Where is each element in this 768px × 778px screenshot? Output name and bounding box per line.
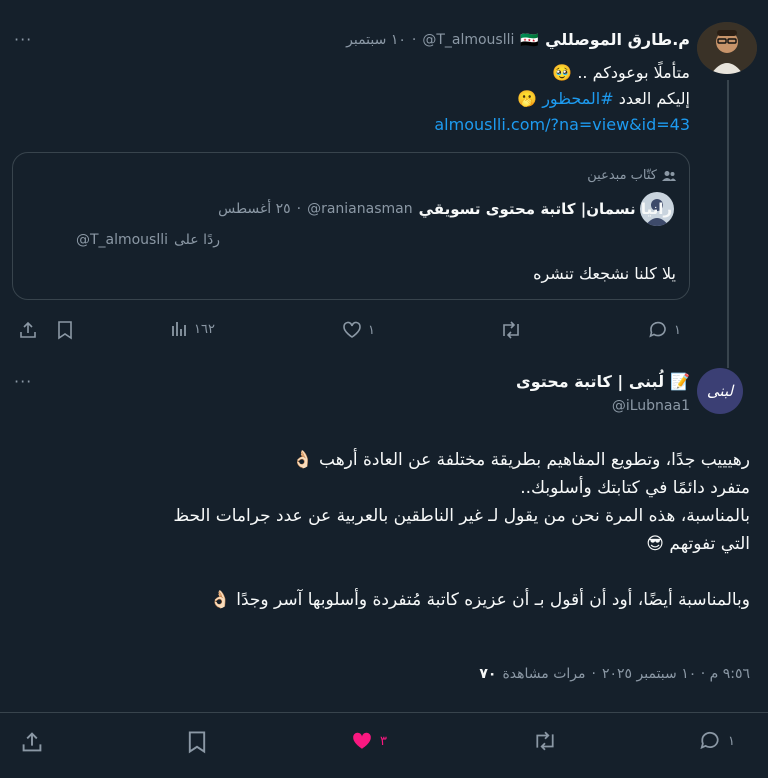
author-handle[interactable]: @T_almouslli (422, 32, 514, 48)
sunglasses-face-icon: 😎 (646, 534, 664, 554)
hashtag-link[interactable]: #المحظور (542, 89, 613, 108)
tweet-meta: ٩:٥٦ م · ١٠ سبتمبر ٢٠٢٥ · مرات مشاهدة ٧٠ (479, 666, 750, 682)
author-handle[interactable]: @ranianasman (307, 201, 413, 217)
share-button[interactable] (18, 320, 38, 340)
replying-to: ردًا على @T_almouslli (75, 232, 220, 248)
tweet-body: متأملًا بوعودكم .. 🥹 إليكم العدد #المحظو… (434, 60, 690, 138)
tweet-line: بالمناسبة، هذه المرة نحن من يقول لـ غير … (173, 506, 750, 526)
quote-text: يلا كلنا نشجعك تنشره (533, 264, 676, 283)
reply-button[interactable]: ١ (698, 730, 735, 752)
tweet-line: إليكم العدد #المحظور 🫢 (517, 89, 690, 108)
reply-button[interactable]: ١ (648, 320, 681, 340)
avatar[interactable]: لبنى (697, 368, 743, 414)
like-button[interactable]: ٣ (350, 730, 387, 752)
quote-header: رانيا نسمان| كاتبة محتوى تسويقي @raniana… (218, 200, 672, 218)
share-icon (20, 730, 44, 754)
memo-icon: 📝 (670, 372, 690, 391)
tweet-line: التي تفوتهم 😎 (646, 534, 750, 554)
tweet-date[interactable]: ١٠ سبتمبر (346, 32, 406, 48)
retweet-icon (500, 320, 522, 340)
ok-hand-icon: 👌🏻 (292, 450, 314, 470)
bookmark-icon (56, 320, 74, 340)
reply-icon (698, 730, 722, 752)
tweet-line: رهيييب جدًا، وتطويع المفاهيم بطريقة مختل… (292, 450, 750, 470)
tweet-line: وبالمناسبة أيضًا، أود أن أقول بـ أن عزيز… (209, 590, 750, 610)
author-handle[interactable]: @iLubnaa1 (612, 398, 690, 414)
retweet-button[interactable] (500, 320, 528, 340)
tweet-url-link[interactable]: almouslli.com/?na=view&id=43 (434, 112, 690, 138)
hand-over-mouth-icon: 🫢 (517, 89, 538, 108)
more-options-button[interactable]: ··· (14, 30, 32, 49)
retweet-icon (532, 730, 558, 752)
author-name[interactable]: لُبنى | كاتبة محتوى (516, 372, 664, 391)
divider (0, 712, 768, 713)
views-button[interactable]: ١٦٢ (170, 320, 215, 338)
pleading-face-icon: 🥹 (552, 63, 573, 82)
share-icon (18, 320, 38, 340)
share-button[interactable] (20, 730, 44, 754)
bookmark-button[interactable] (56, 320, 74, 340)
tweet-header: 📝 لُبنى | كاتبة محتوى (516, 372, 690, 391)
reply-icon (648, 320, 668, 340)
author-name[interactable]: رانيا نسمان| كاتبة محتوى تسويقي (419, 200, 672, 218)
ok-hand-icon: 👌🏻 (209, 590, 231, 610)
views-count: ٧٠ (479, 666, 497, 682)
bookmark-icon (186, 730, 208, 754)
flag-icon: 🇸🇾 (520, 30, 540, 49)
author-name[interactable]: م.طارق الموصللي (545, 30, 690, 49)
heart-icon (342, 320, 362, 340)
tweet-body: رهيييب جدًا، وتطويع المفاهيم بطريقة مختل… (10, 446, 750, 614)
tweet-date[interactable]: ٢٥ أغسطس (218, 201, 291, 217)
bar-chart-icon (170, 320, 188, 338)
community-label[interactable]: كتّاب مبدعين (587, 168, 676, 183)
tweet-line: متأملًا بوعودكم .. 🥹 (552, 63, 690, 82)
more-options-button[interactable]: ··· (14, 372, 32, 391)
avatar[interactable] (697, 22, 757, 74)
replying-handle[interactable]: @T_almouslli (76, 232, 168, 248)
tweet-timestamp[interactable]: ٩:٥٦ م · ١٠ سبتمبر ٢٠٢٥ (602, 666, 750, 682)
thread-line (727, 80, 729, 368)
like-button[interactable]: ١ (342, 320, 375, 340)
tweet-header: م.طارق الموصللي 🇸🇾 @T_almouslli · ١٠ سبت… (346, 30, 690, 49)
tweet-line: متفرد دائمًا في كتابتك وأسلوبك.. (520, 478, 750, 498)
retweet-button[interactable] (532, 730, 564, 752)
people-icon (662, 170, 676, 182)
heart-filled-icon (350, 730, 374, 752)
bookmark-button[interactable] (186, 730, 208, 754)
views-label: مرات مشاهدة (502, 666, 586, 682)
